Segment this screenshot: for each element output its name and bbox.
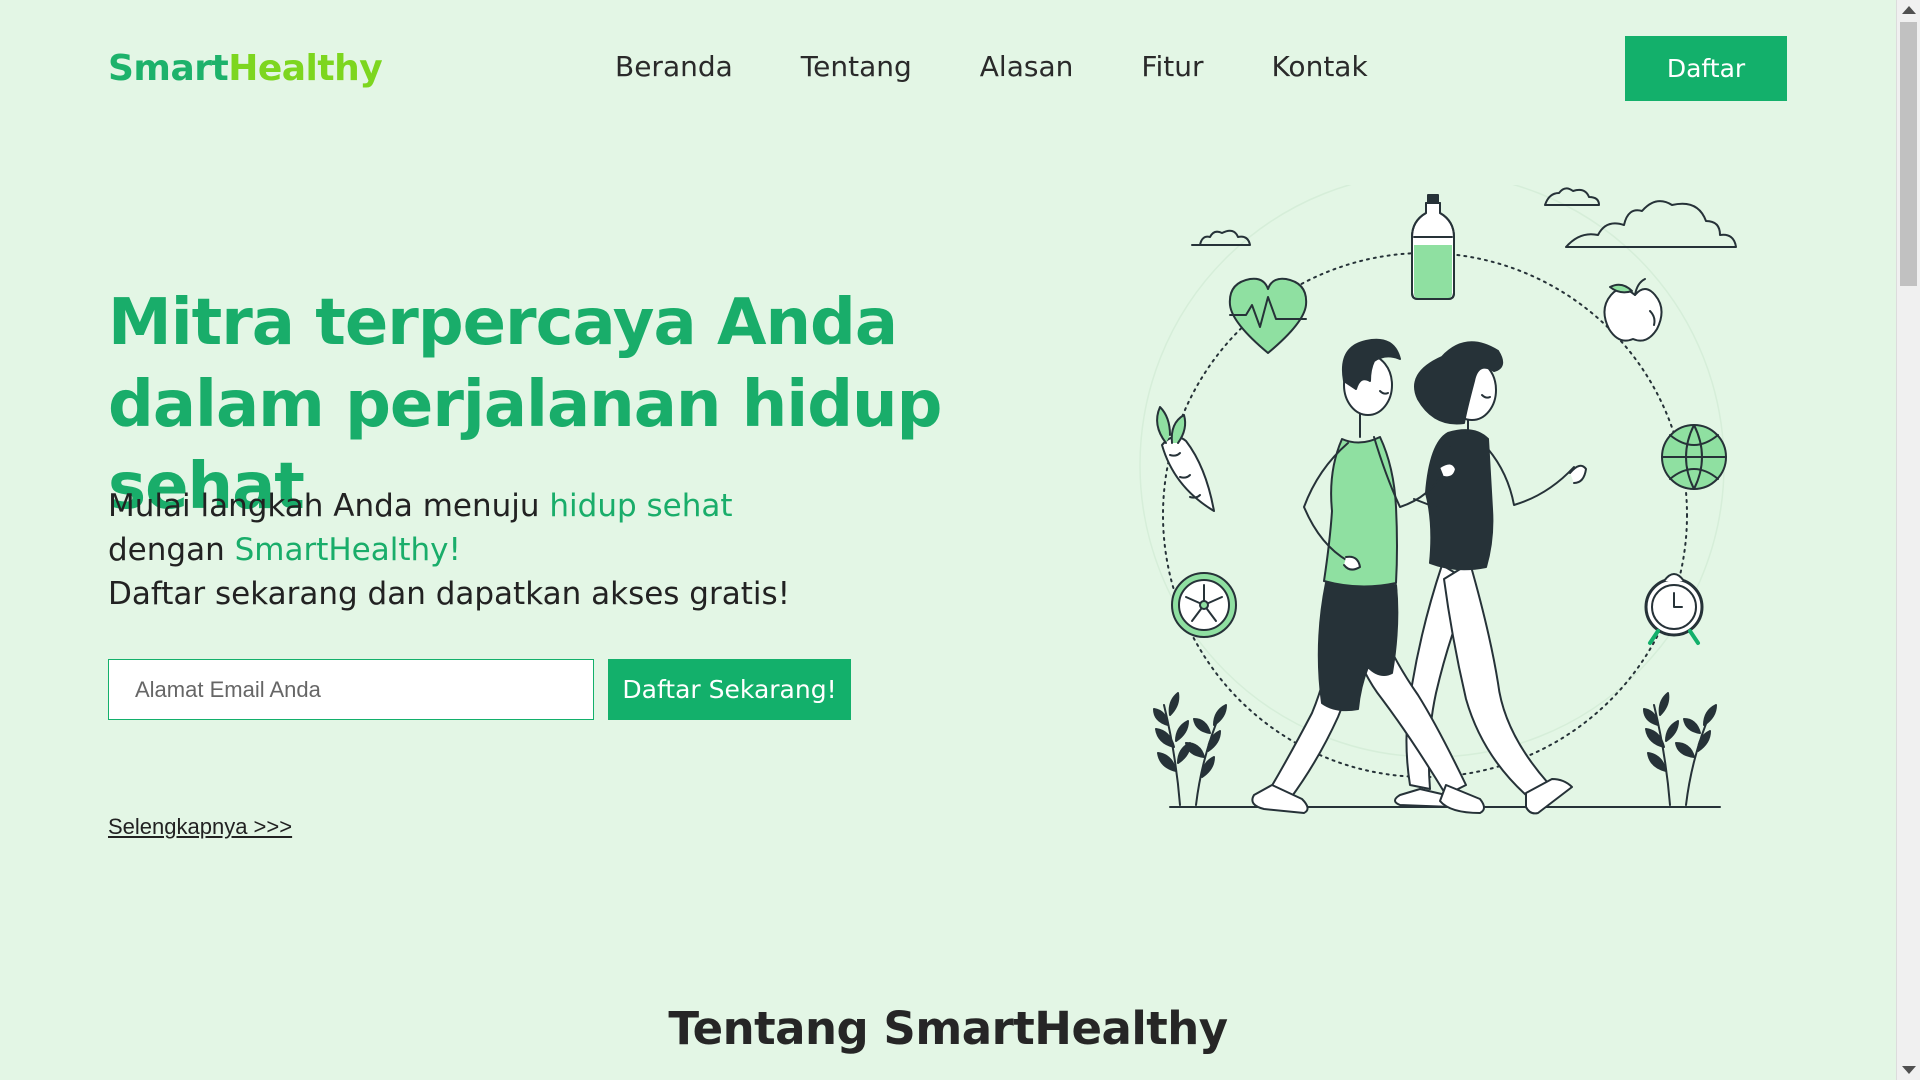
scroll-down-arrow-icon[interactable] [1902, 1066, 1916, 1074]
scroll-thumb[interactable] [1900, 22, 1917, 286]
page-scrollbar[interactable] [1896, 0, 1920, 1080]
cloud-icon [1191, 229, 1251, 246]
hero-sub-line1-prefix: Mulai langkah Anda menuju [108, 488, 550, 524]
heart-pulse-icon [1228, 277, 1308, 354]
nav-item-kontak[interactable]: Kontak [1271, 50, 1367, 83]
hero-sub-line2-prefix: dengan [108, 532, 235, 568]
navbar: SmartHealthy Beranda Tentang Alasan Fitu… [0, 0, 1896, 140]
register-button[interactable]: Daftar [1625, 36, 1787, 101]
alarm-clock-icon [1644, 573, 1704, 645]
brand-logo[interactable]: SmartHealthy [108, 48, 383, 89]
read-more-link[interactable]: Selengkapnya >>> [108, 814, 292, 840]
signup-now-button[interactable]: Daftar Sekarang! [608, 659, 851, 720]
ball-icon [1661, 424, 1727, 490]
cloud-icon [1544, 187, 1600, 206]
nav-item-beranda[interactable]: Beranda [615, 50, 733, 83]
nav-item-fitur[interactable]: Fitur [1141, 50, 1203, 83]
apple-icon [1603, 278, 1663, 342]
main-nav: Beranda Tentang Alasan Fitur Kontak [615, 50, 1436, 83]
hero-subtitle: Mulai langkah Anda menuju hidup sehat de… [108, 484, 868, 616]
carrot-icon [1156, 406, 1215, 512]
hero-sub-line2-highlight: SmartHealthy! [234, 532, 461, 568]
plant-icon [1153, 692, 1227, 806]
hero-sub-line1-highlight: hidup sehat [549, 488, 733, 524]
scroll-up-arrow-icon[interactable] [1902, 6, 1916, 14]
water-bottle-icon [1411, 194, 1455, 300]
hero-sub-line3: Daftar sekarang dan dapatkan akses grati… [108, 576, 791, 612]
nav-item-alasan[interactable]: Alasan [980, 50, 1074, 83]
hero-illustration [1139, 185, 1737, 815]
cloud-icon [1565, 200, 1737, 248]
nav-item-tentang[interactable]: Tentang [801, 50, 912, 83]
plant-icon [1643, 692, 1717, 806]
email-input[interactable] [108, 659, 594, 720]
about-section-title: Tentang SmartHealthy [668, 1002, 1228, 1055]
citrus-slice-icon [1171, 572, 1237, 638]
brand-logo-part2: Healthy [228, 48, 383, 89]
brand-logo-part1: Smart [108, 48, 229, 89]
